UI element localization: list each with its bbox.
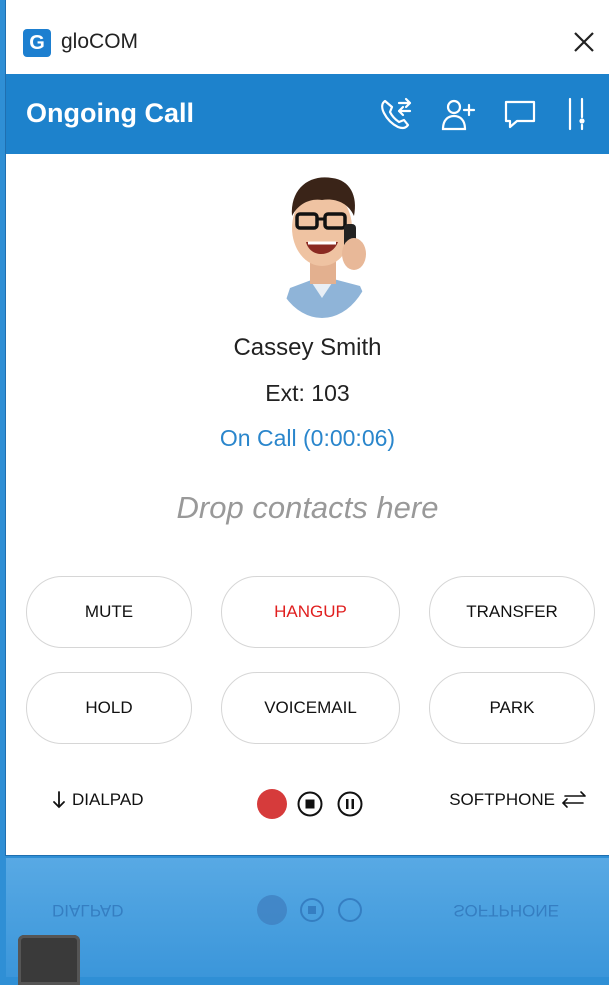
add-contact-icon bbox=[441, 99, 476, 131]
park-button[interactable]: PARK bbox=[429, 672, 595, 744]
app-title: gloCOM bbox=[61, 30, 139, 53]
close-icon bbox=[574, 32, 594, 52]
call-status: On Call (0:00:06) bbox=[219, 425, 396, 451]
reflection-softphone-label: SOFTPHONE bbox=[453, 901, 559, 920]
softphone-label: SOFTPHONE bbox=[449, 790, 555, 809]
bottom-controls: DIALPAD SOFTPHONE bbox=[6, 780, 609, 830]
pause-button[interactable] bbox=[337, 791, 363, 817]
contact-extension: Ext: 103 bbox=[265, 380, 350, 406]
reflection-dialpad-label: DIALPAD bbox=[52, 901, 124, 920]
close-button[interactable] bbox=[567, 25, 601, 59]
reflection-record-icon bbox=[257, 895, 362, 925]
window-reflection: DIALPAD SOFTPHONE bbox=[6, 858, 609, 977]
mute-button[interactable]: MUTE bbox=[26, 576, 192, 648]
record-button[interactable] bbox=[256, 788, 288, 820]
swap-arrows-icon bbox=[561, 791, 586, 808]
settings-sliders-icon bbox=[568, 97, 585, 131]
dialpad-toggle[interactable]: DIALPAD bbox=[52, 790, 144, 810]
page-title: Ongoing Call bbox=[26, 98, 194, 128]
avatar bbox=[270, 168, 380, 318]
softphone-toggle[interactable]: SOFTPHONE bbox=[449, 790, 589, 810]
contact-name: Cassey Smith bbox=[233, 334, 382, 361]
taskbar-app-thumbnail[interactable] bbox=[18, 935, 80, 985]
call-transfer-icon bbox=[381, 97, 412, 130]
hold-button[interactable]: HOLD bbox=[26, 672, 192, 744]
call-header: Ongoing Call bbox=[6, 74, 609, 154]
voicemail-button[interactable]: VOICEMAIL bbox=[221, 672, 400, 744]
call-transfer-button[interactable] bbox=[376, 94, 416, 134]
transfer-button[interactable]: TRANSFER bbox=[429, 576, 595, 648]
drop-contacts-zone[interactable]: Drop contacts here bbox=[46, 478, 569, 538]
title-bar: G gloCOM bbox=[6, 0, 609, 74]
app-logo-letter: G bbox=[29, 31, 45, 54]
stop-button[interactable] bbox=[297, 791, 323, 817]
arrow-down-icon bbox=[53, 791, 65, 809]
chat-button[interactable] bbox=[500, 94, 540, 134]
add-contact-button[interactable] bbox=[438, 94, 478, 134]
dialpad-label: DIALPAD bbox=[72, 790, 144, 809]
chat-icon bbox=[504, 100, 536, 129]
call-window: G gloCOM Ongoing Call Cassey Smith Ext: … bbox=[6, 0, 609, 855]
hangup-button[interactable]: HANGUP bbox=[221, 576, 400, 648]
app-logo: G bbox=[23, 29, 51, 57]
settings-button[interactable] bbox=[558, 94, 598, 134]
